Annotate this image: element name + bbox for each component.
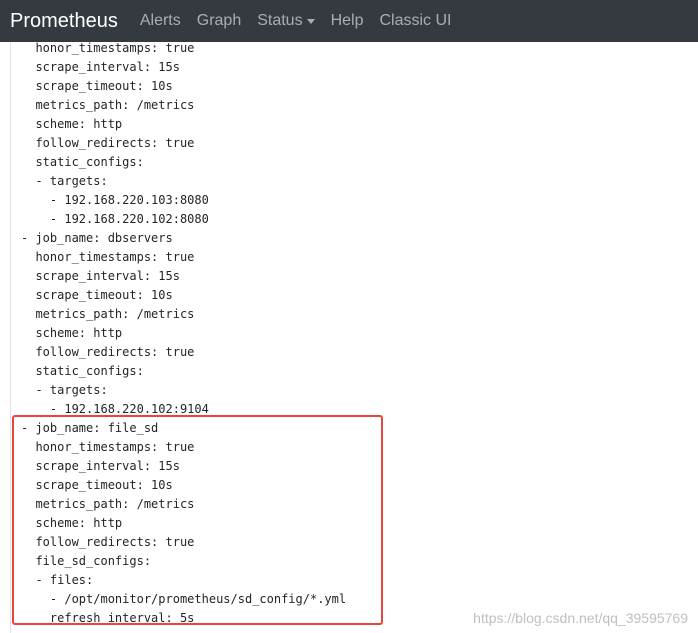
config-line: - targets: bbox=[21, 383, 108, 397]
config-line: follow_redirects: true bbox=[21, 136, 195, 150]
config-view: honor_timestamps: true scrape_interval: … bbox=[0, 42, 698, 633]
config-line: metrics_path: /metrics bbox=[21, 98, 195, 112]
nav-status-label: Status bbox=[257, 12, 303, 29]
config-line: follow_redirects: true bbox=[21, 345, 195, 359]
config-line: scrape_interval: 15s bbox=[21, 269, 180, 283]
brand-logo[interactable]: Prometheus bbox=[10, 10, 118, 33]
chevron-down-icon bbox=[306, 19, 315, 24]
nav-classic-ui[interactable]: Classic UI bbox=[379, 12, 451, 30]
config-line: scheme: http bbox=[21, 326, 123, 340]
watermark: https://blog.csdn.net/qq_39595769 bbox=[473, 610, 688, 626]
config-line: static_configs: bbox=[21, 364, 144, 378]
config-line: scrape_timeout: 10s bbox=[21, 288, 173, 302]
config-line: scheme: http bbox=[21, 117, 123, 131]
nav-help[interactable]: Help bbox=[331, 12, 364, 30]
nav-status[interactable]: Status bbox=[257, 12, 315, 30]
config-line: metrics_path: /metrics bbox=[21, 307, 195, 321]
config-line: - targets: bbox=[21, 174, 108, 188]
top-navbar: Prometheus Alerts Graph Status Help Clas… bbox=[0, 0, 698, 42]
config-line: scrape_interval: 15s bbox=[21, 60, 180, 74]
config-line: static_configs: bbox=[21, 155, 144, 169]
config-line: honor_timestamps: true bbox=[21, 250, 195, 264]
nav-alerts[interactable]: Alerts bbox=[140, 12, 181, 30]
config-line: scrape_timeout: 10s bbox=[21, 79, 173, 93]
nav-graph[interactable]: Graph bbox=[197, 12, 241, 30]
config-line: - job_name: dbservers bbox=[21, 231, 173, 245]
highlight-box bbox=[12, 415, 383, 625]
config-line: honor_timestamps: true bbox=[21, 42, 195, 55]
config-gutter bbox=[10, 42, 11, 633]
config-line: - 192.168.220.103:8080 bbox=[21, 193, 209, 207]
config-line: - 192.168.220.102:8080 bbox=[21, 212, 209, 226]
